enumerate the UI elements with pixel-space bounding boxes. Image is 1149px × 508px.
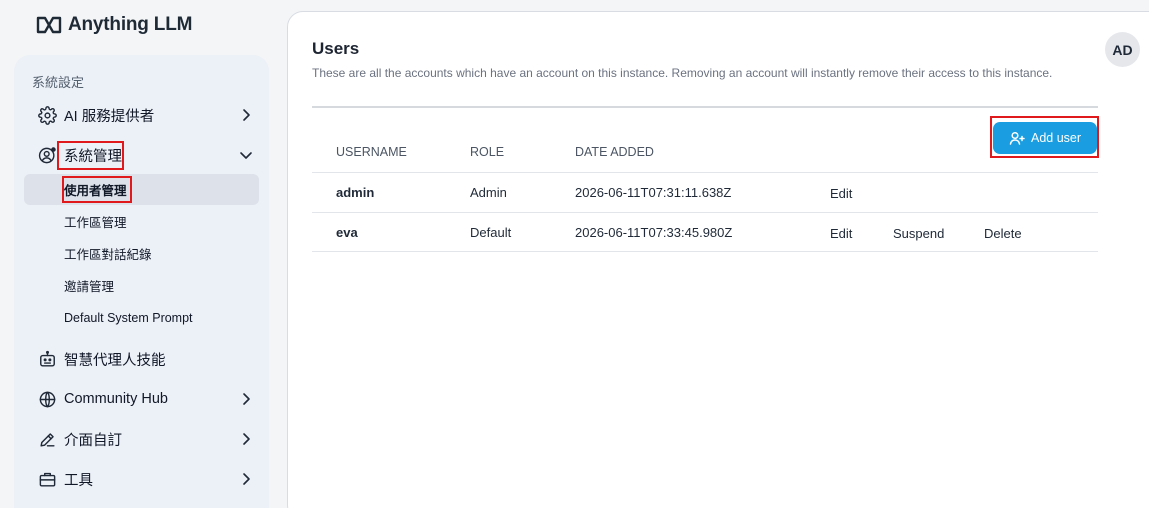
app-logo[interactable]: Anything LLM [36, 14, 192, 36]
sidebar-item-label: 系統管理 [64, 148, 122, 165]
sidebar-item-label: 介面自訂 [64, 432, 122, 449]
avatar[interactable]: AD [1105, 32, 1140, 67]
robot-icon [36, 348, 58, 370]
sidebar-item-tools[interactable]: 工具 [24, 462, 260, 496]
sidebar-item-customization[interactable]: 介面自訂 [24, 422, 260, 456]
sidebar-heading: 系統設定 [32, 75, 85, 90]
table-row: admin Admin 2026-06-11T07:31:11.638Z Edi… [312, 172, 1098, 212]
sidebar-subitem-workspace-chats[interactable]: 工作區對話紀錄 [24, 238, 259, 269]
sidebar-item-label: 工具 [64, 472, 93, 489]
logo-icon [36, 16, 62, 34]
edit-button[interactable]: Edit [830, 226, 852, 241]
sidebar-item-ai-providers[interactable]: AI 服務提供者 [24, 98, 260, 132]
user-gear-icon [36, 144, 58, 166]
cell-role: Default [470, 225, 512, 240]
sidebar-subitem-invites[interactable]: 邀請管理 [24, 270, 259, 301]
sidebar-item-agent-skills[interactable]: 智慧代理人技能 [24, 342, 260, 376]
chevron-down-icon [238, 147, 254, 163]
sidebar-item-label: AI 服務提供者 [64, 108, 155, 125]
cell-username: eva [336, 225, 358, 240]
briefcase-icon [36, 468, 58, 490]
column-header-date-added: DATE ADDED [575, 145, 654, 159]
sidebar-item-community-hub[interactable]: Community Hub [24, 382, 260, 416]
globe-icon [36, 388, 58, 410]
page-description: These are all the accounts which have an… [312, 66, 1053, 80]
edit-button[interactable]: Edit [830, 186, 852, 201]
suspend-button[interactable]: Suspend [893, 226, 944, 241]
sidebar-item-system-admin[interactable]: 系統管理 [24, 138, 260, 172]
sidebar-subitem-label: Default System Prompt [64, 310, 193, 325]
add-user-label: Add user [1030, 131, 1082, 145]
sidebar-subitem-label: 使用者管理 [64, 184, 127, 198]
main-panel: Users These are all the accounts which h… [287, 11, 1149, 508]
sidebar-subitem-label: 邀請管理 [64, 280, 115, 294]
sidebar-subitem-users[interactable]: 使用者管理 [24, 174, 259, 205]
sidebar-item-label: Community Hub [64, 391, 168, 407]
sidebar-item-label: 智慧代理人技能 [64, 352, 166, 369]
add-user-button[interactable]: Add user [993, 122, 1097, 154]
pencil-icon [36, 428, 58, 450]
page-title: Users [312, 39, 360, 58]
delete-button[interactable]: Delete [984, 226, 1022, 241]
sidebar-subitem-default-system-prompt[interactable]: Default System Prompt [24, 302, 259, 333]
sidebar-subitem-label: 工作區管理 [64, 216, 127, 230]
sidebar: 系統設定 AI 服務提供者 系統管理 使用者管理 工作區管理 工作區對話紀錄 邀… [14, 55, 269, 508]
sidebar-subitem-workspaces[interactable]: 工作區管理 [24, 206, 259, 237]
gear-icon [36, 104, 58, 126]
column-header-role: ROLE [470, 145, 505, 159]
chevron-right-icon [238, 391, 254, 407]
cell-username: admin [336, 185, 375, 200]
header-divider [312, 106, 1098, 108]
chevron-right-icon [238, 107, 254, 123]
cell-date-added: 2026-06-11T07:31:11.638Z [575, 185, 732, 200]
cell-role: Admin [470, 185, 507, 200]
user-plus-icon [1009, 131, 1025, 145]
app-name: Anything LLM [68, 14, 193, 35]
cell-date-added: 2026-06-11T07:33:45.980Z [575, 225, 733, 240]
table-row: eva Default 2026-06-11T07:33:45.980Z Edi… [312, 212, 1098, 252]
column-header-username: USERNAME [336, 145, 407, 159]
chevron-right-icon [238, 471, 254, 487]
sidebar-subitem-label: 工作區對話紀錄 [64, 248, 152, 262]
chevron-right-icon [238, 431, 254, 447]
